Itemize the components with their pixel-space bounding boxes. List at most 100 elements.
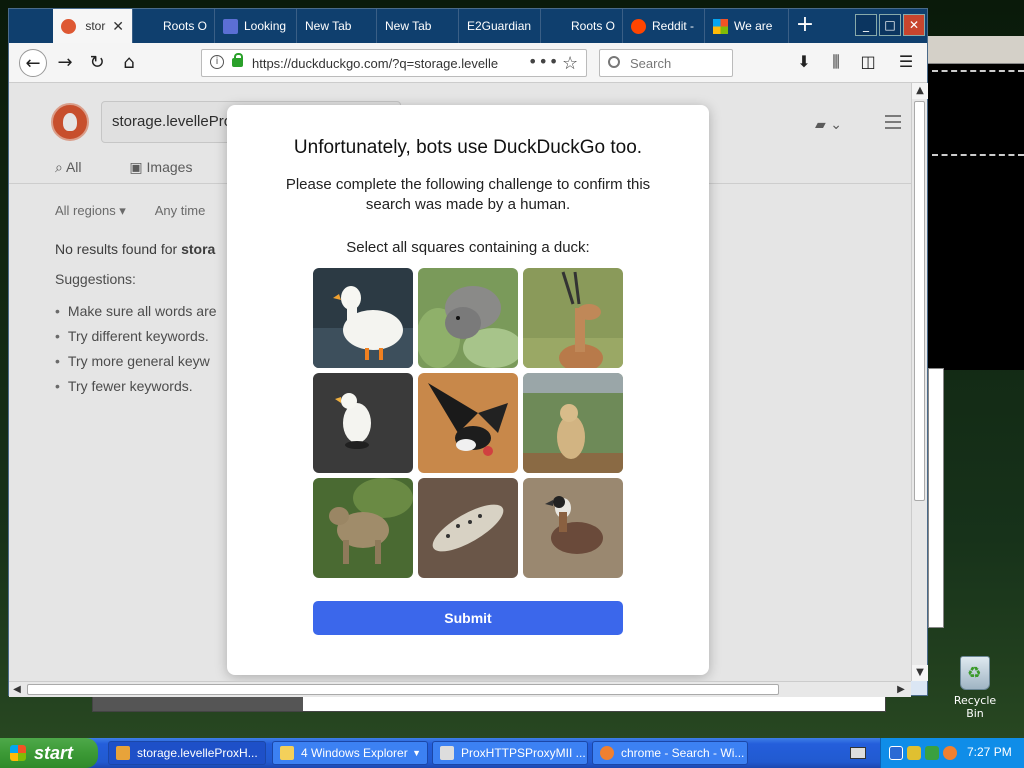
duckduckgo-favicon-icon (61, 19, 76, 35)
sidebar-icon[interactable]: ◫ (857, 51, 879, 73)
tab-new-tab[interactable]: New Tab (377, 9, 459, 43)
browser-app-icon (116, 746, 130, 760)
duck-swimming-image (313, 373, 413, 473)
forward-button[interactable]: → (51, 49, 79, 77)
back-button[interactable]: ← (19, 49, 47, 77)
reddit-favicon-icon (631, 19, 646, 35)
maximize-button[interactable]: □ (879, 14, 901, 36)
lion-image (523, 373, 623, 473)
captcha-title: Unfortunately, bots use DuckDuckGo too. (293, 137, 643, 158)
condor-image (418, 373, 518, 473)
tab-microsoft[interactable]: We are (705, 9, 789, 43)
tab-label: Reddit - (652, 19, 695, 33)
tab-label: Roots O (163, 19, 208, 33)
captcha-tile-gazelle[interactable] (523, 268, 623, 368)
keyboard-icon[interactable] (850, 747, 866, 759)
captcha-tile-whistling-duck[interactable] (523, 478, 623, 578)
taskbar-item-explorer[interactable]: 4 Windows Explorer ▼ (272, 741, 428, 765)
network-icon[interactable] (889, 746, 903, 760)
captcha-image-grid (313, 268, 625, 580)
captcha-tile-white-duck-swimming[interactable] (313, 373, 413, 473)
browser-window: stor ✕ Roots O Looking New Tab New Tab E… (8, 8, 928, 697)
reload-button[interactable]: ↻ (83, 49, 111, 77)
tab-duckduckgo[interactable]: stor ✕ (53, 9, 133, 43)
recycle-bin[interactable]: Recycle Bin (944, 656, 1006, 720)
page-content: storage.levelleProx ▰ ⌄ ⌕ All ▣ Images ▷… (9, 83, 911, 681)
address-bar[interactable]: i https://duckduckgo.com/?q=storage.leve… (201, 49, 587, 77)
tab-label: We are (734, 19, 773, 33)
new-tab-button[interactable]: + (789, 9, 821, 43)
proxy-app-icon (440, 746, 454, 760)
wifi-icon[interactable] (925, 746, 939, 760)
captcha-tile-squirrel[interactable] (418, 268, 518, 368)
tab-strip: stor ✕ Roots O Looking New Tab New Tab E… (9, 9, 927, 43)
security-shield-icon[interactable] (907, 746, 921, 760)
page-actions-icon[interactable]: ••• (528, 52, 559, 71)
captcha-modal: Unfortunately, bots use DuckDuckGo too. … (227, 105, 709, 675)
menu-icon[interactable]: ☰ (895, 51, 917, 73)
url-text[interactable]: https://duckduckgo.com/?q=storage.levell… (252, 56, 502, 71)
recycle-bin-icon (960, 656, 990, 690)
tab-label: New Tab (385, 19, 432, 33)
captcha-tile-white-duck[interactable] (313, 268, 413, 368)
horizontal-scroll-thumb[interactable] (27, 684, 779, 695)
library-icon[interactable]: ⫼ (825, 51, 847, 73)
whistling-duck-image (523, 478, 623, 578)
tab-e2guardian[interactable]: E2Guardian (459, 9, 541, 43)
chrome-app-icon (600, 746, 614, 760)
browser-search-box[interactable]: Search (599, 49, 733, 77)
close-tab-icon[interactable]: ✕ (112, 9, 124, 43)
captcha-tile-lion[interactable] (523, 373, 623, 473)
close-window-button[interactable]: ✕ (903, 14, 925, 36)
search-tray-icon[interactable] (943, 746, 957, 760)
vertical-scrollbar[interactable]: ▲ ▼ (911, 83, 928, 681)
horizontal-scrollbar[interactable]: ◀ ▶ (9, 681, 911, 697)
navigation-toolbar: ← → ↻ ⌂ i https://duckduckgo.com/?q=stor… (9, 43, 927, 83)
bookmark-star-icon[interactable]: ☆ (562, 53, 578, 74)
tab-roots[interactable]: Roots O (541, 9, 623, 43)
taskbar-item-chrome[interactable]: chrome - Search - Wi... (592, 741, 748, 765)
scroll-left-arrow-icon[interactable]: ◀ (9, 682, 25, 698)
captcha-prompt: Select all squares containing a duck: (346, 239, 590, 256)
minimize-button[interactable]: _ (855, 14, 877, 36)
search-placeholder: Search (630, 56, 672, 71)
tab-roots[interactable]: Roots O (133, 9, 215, 43)
console-line (932, 154, 1024, 156)
recycle-bin-label: Recycle Bin (953, 694, 997, 720)
search-icon (608, 56, 620, 68)
gazelle-image (523, 268, 623, 368)
home-button[interactable]: ⌂ (115, 49, 143, 77)
taskbar-item-browser[interactable]: storage.levelleProxH... (108, 741, 266, 765)
background-window-edge[interactable] (928, 368, 944, 628)
start-button[interactable]: start (0, 738, 98, 768)
background-console-window[interactable] (928, 36, 1024, 370)
tab-label: stor (85, 19, 106, 33)
downloads-icon[interactable]: ⬇ (793, 51, 815, 73)
scroll-right-arrow-icon[interactable]: ▶ (893, 682, 909, 698)
taskbar-item-proxy[interactable]: ProxHTTPSProxyMII ... (432, 741, 588, 765)
leopard-image (418, 478, 518, 578)
tab-label: Roots O (571, 19, 616, 33)
progress-fill (93, 697, 303, 711)
console-line (932, 70, 1024, 72)
scroll-down-arrow-icon[interactable]: ▼ (912, 665, 928, 681)
lock-icon (232, 53, 243, 67)
background-progress-bar (92, 696, 886, 712)
site-info-icon[interactable]: i (210, 55, 224, 69)
tab-looking[interactable]: Looking (215, 9, 297, 43)
squirrel-image (418, 268, 518, 368)
baboon-image (313, 478, 413, 578)
tab-new-tab[interactable]: New Tab (297, 9, 377, 43)
captcha-tile-leopard[interactable] (418, 478, 518, 578)
tab-label: New Tab (305, 19, 352, 33)
vertical-scroll-thumb[interactable] (914, 101, 925, 501)
scroll-up-arrow-icon[interactable]: ▲ (912, 83, 928, 99)
tab-reddit[interactable]: Reddit - (623, 9, 705, 43)
taskbar: start storage.levelleProxH... 4 Windows … (0, 738, 1024, 768)
captcha-tile-condor[interactable] (418, 373, 518, 473)
background-window-titlebar[interactable] (928, 36, 1024, 64)
captcha-tile-baboon[interactable] (313, 478, 413, 578)
submit-button[interactable]: Submit (313, 601, 623, 635)
site-favicon-icon (223, 19, 238, 35)
captcha-subtitle: Please complete the following challenge … (285, 176, 651, 213)
